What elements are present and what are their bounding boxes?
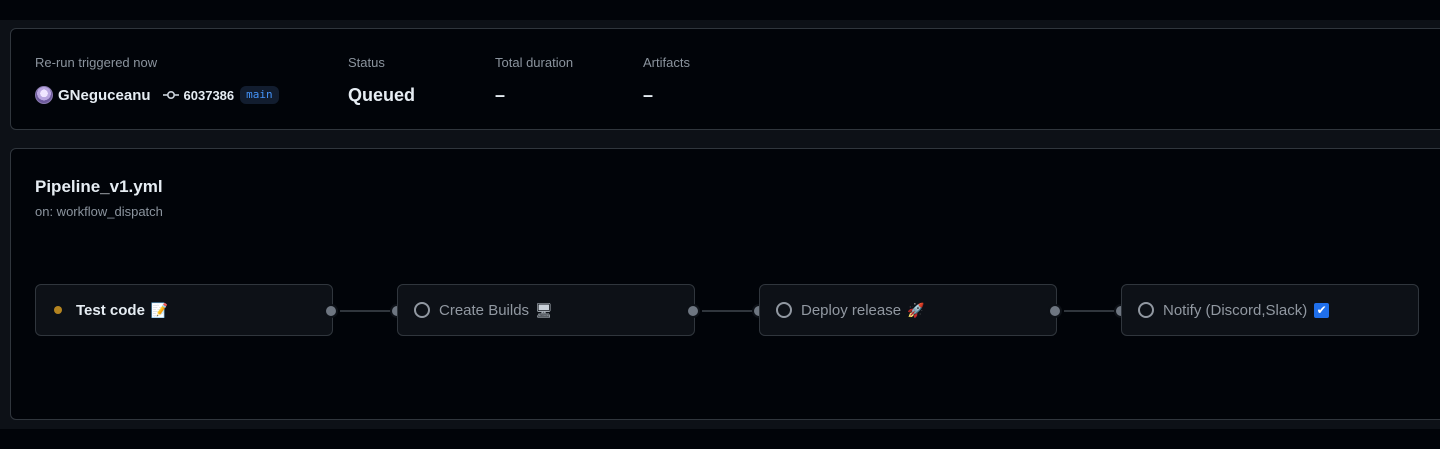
job-card-deploy-release[interactable]: Deploy release 🚀 [759, 284, 1057, 336]
workflow-file-title[interactable]: Pipeline_v1.yml [35, 177, 163, 197]
queued-status-icon [54, 306, 62, 314]
status-value: Queued [348, 85, 416, 105]
commit-sha-link[interactable]: 6037386 [184, 88, 235, 103]
duration-label: Total duration [495, 55, 574, 70]
status-label: Status [348, 55, 385, 70]
branch-badge[interactable]: main [240, 86, 279, 104]
run-summary-card: Re-run triggered now GNeguceanu 6037386 … [10, 28, 1440, 130]
actor-link[interactable]: GNeguceanu [58, 87, 151, 104]
duration-value: – [495, 85, 506, 105]
job-card-test-code[interactable]: Test code 📝 [35, 284, 333, 336]
check-box-icon: ✔ [1314, 302, 1330, 318]
workflow-trigger: on: workflow_dispatch [35, 204, 163, 219]
job-output-port [686, 304, 700, 318]
git-commit-icon [162, 91, 179, 100]
artifacts-value: – [643, 85, 654, 105]
job-name: Test code [76, 301, 145, 319]
workflow-graph-card: Pipeline_v1.yml on: workflow_dispatch Te… [10, 148, 1440, 420]
duration-column: Total duration – [495, 55, 573, 107]
job-name: Deploy release [801, 301, 902, 319]
artifacts-column: Artifacts – [643, 55, 690, 107]
job-name: Notify (Discord,Slack) [1163, 301, 1308, 319]
desktop-icon: 🖥 [535, 301, 553, 318]
artifacts-label: Artifacts [643, 55, 690, 70]
job-name: Create Builds [439, 301, 530, 319]
job-output-port [1048, 304, 1062, 318]
job-output-port [324, 304, 338, 318]
status-column: Status Queued [348, 55, 415, 107]
workflow-run-page: Re-run triggered now GNeguceanu 6037386 … [0, 20, 1440, 429]
rocket-icon: 🚀 [907, 301, 925, 318]
memo-icon: 📝 [150, 301, 169, 318]
job-card-create-builds[interactable]: Create Builds 🖥 [397, 284, 695, 336]
pending-status-icon [1138, 302, 1154, 318]
trigger-column: Re-run triggered now GNeguceanu 6037386 … [35, 55, 279, 107]
job-card-notify[interactable]: Notify (Discord,Slack) ✔ [1121, 284, 1419, 336]
avatar[interactable] [35, 86, 53, 104]
pending-status-icon [776, 302, 792, 318]
actor-row: GNeguceanu 6037386 main [35, 83, 279, 107]
pending-status-icon [414, 302, 430, 318]
trigger-label: Re-run triggered now [35, 55, 158, 70]
